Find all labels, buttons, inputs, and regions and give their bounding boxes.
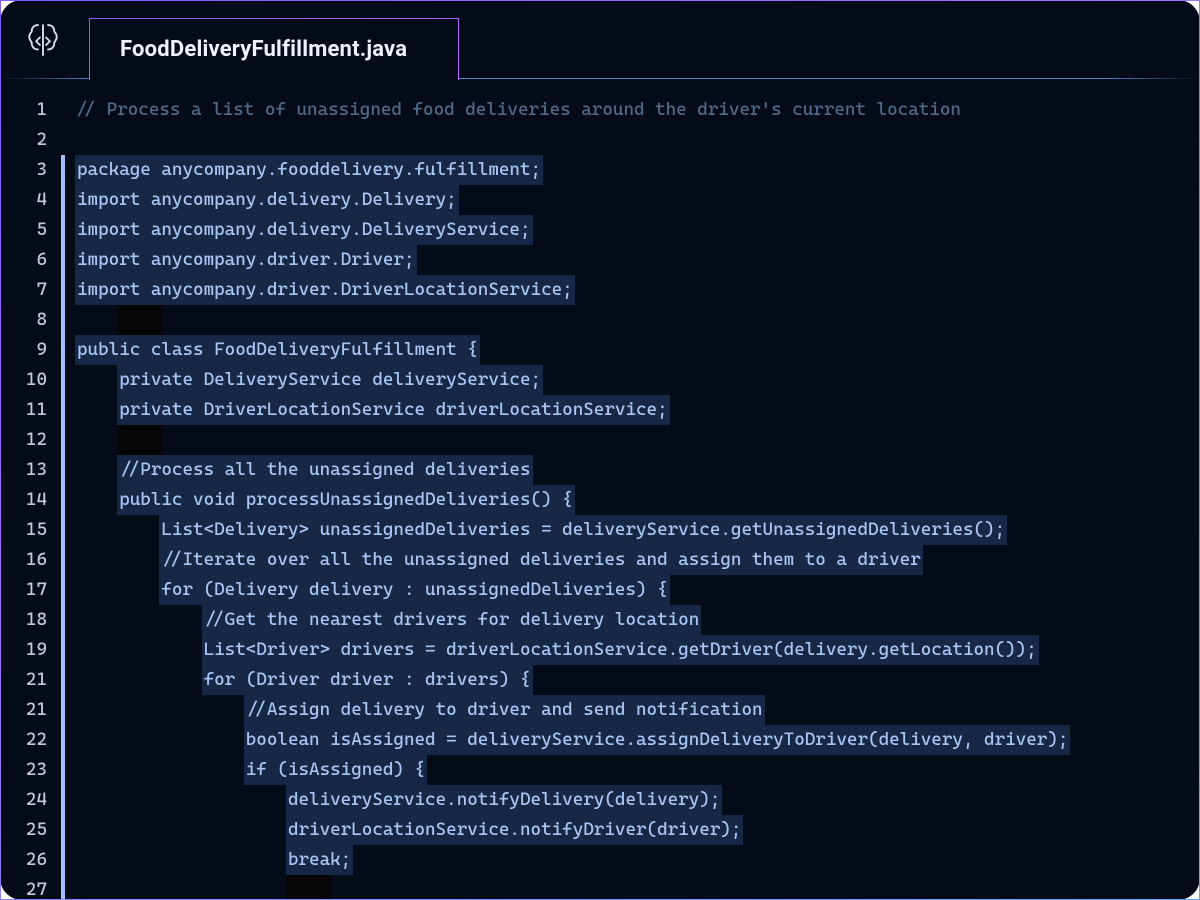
code-line: boolean isAssigned = deliveryService.ass… bbox=[75, 725, 1169, 755]
code-area[interactable]: // Process a list of unassigned food del… bbox=[61, 95, 1199, 900]
code-line: for (Delivery delivery : unassignedDeliv… bbox=[75, 575, 1169, 605]
line-number: 11 bbox=[1, 395, 47, 425]
code-line: deliveryService.notifyDelivery(delivery)… bbox=[75, 785, 1169, 815]
code-line: import anycompany.driver.DriverLocationS… bbox=[75, 275, 1169, 305]
code-line: public void processUnassignedDeliveries(… bbox=[75, 485, 1169, 515]
editor-window: FoodDeliveryFulfillment.java 12345678910… bbox=[0, 0, 1200, 900]
line-number: 8 bbox=[1, 305, 47, 335]
line-number: 17 bbox=[1, 575, 47, 605]
line-number: 3 bbox=[1, 155, 47, 185]
code-line: public class FoodDeliveryFulfillment { bbox=[75, 335, 1169, 365]
code-line: package anycompany.fooddelivery.fulfillm… bbox=[75, 155, 1169, 185]
line-number: 27 bbox=[1, 875, 47, 900]
tab-bar: FoodDeliveryFulfillment.java bbox=[1, 1, 1199, 79]
line-number: 25 bbox=[1, 815, 47, 845]
line-number: 21 bbox=[1, 665, 47, 695]
line-number: 7 bbox=[1, 275, 47, 305]
selection-bar bbox=[61, 155, 65, 900]
code-line bbox=[75, 875, 1169, 900]
line-number: 12 bbox=[1, 425, 47, 455]
line-number: 4 bbox=[1, 185, 47, 215]
line-number: 23 bbox=[1, 755, 47, 785]
line-number: 14 bbox=[1, 485, 47, 515]
code-line: if (isAssigned) { bbox=[75, 755, 1169, 785]
code-line: //Assign delivery to driver and send not… bbox=[75, 695, 1169, 725]
code-line bbox=[75, 305, 1169, 335]
line-number: 6 bbox=[1, 245, 47, 275]
line-number: 18 bbox=[1, 605, 47, 635]
code-line: List<Driver> drivers = driverLocationSer… bbox=[75, 635, 1169, 665]
code-line: //Iterate over all the unassigned delive… bbox=[75, 545, 1169, 575]
code-line: break; bbox=[75, 845, 1169, 875]
line-number: 9 bbox=[1, 335, 47, 365]
code-line: //Get the nearest drivers for delivery l… bbox=[75, 605, 1169, 635]
tab-label: FoodDeliveryFulfillment.java bbox=[120, 37, 407, 62]
line-number: 22 bbox=[1, 725, 47, 755]
code-line bbox=[75, 425, 1169, 455]
code-line: import anycompany.driver.Driver; bbox=[75, 245, 1169, 275]
tab-active[interactable]: FoodDeliveryFulfillment.java bbox=[89, 18, 459, 80]
line-number: 21 bbox=[1, 695, 47, 725]
line-number: 2 bbox=[1, 125, 47, 155]
line-number: 24 bbox=[1, 785, 47, 815]
code-brain-icon bbox=[21, 18, 65, 62]
code-line: import anycompany.delivery.Delivery; bbox=[75, 185, 1169, 215]
line-number: 10 bbox=[1, 365, 47, 395]
line-number: 16 bbox=[1, 545, 47, 575]
code-line: //Process all the unassigned deliveries bbox=[75, 455, 1169, 485]
code-line: List<Delivery> unassignedDeliveries = de… bbox=[75, 515, 1169, 545]
line-number: 13 bbox=[1, 455, 47, 485]
line-number: 5 bbox=[1, 215, 47, 245]
code-line: for (Driver driver : drivers) { bbox=[75, 665, 1169, 695]
code-line: // Process a list of unassigned food del… bbox=[75, 95, 1169, 125]
line-number: 1 bbox=[1, 95, 47, 125]
code-line: private DriverLocationService driverLoca… bbox=[75, 395, 1169, 425]
code-line: import anycompany.delivery.DeliveryServi… bbox=[75, 215, 1169, 245]
line-number: 26 bbox=[1, 845, 47, 875]
line-number: 19 bbox=[1, 635, 47, 665]
code-content: // Process a list of unassigned food del… bbox=[61, 95, 1169, 900]
code-line: driverLocationService.notifyDriver(drive… bbox=[75, 815, 1169, 845]
code-editor[interactable]: 1234567891011121314151617181921212223242… bbox=[1, 79, 1199, 900]
code-line bbox=[75, 125, 1169, 155]
code-line: private DeliveryService deliveryService; bbox=[75, 365, 1169, 395]
line-number: 15 bbox=[1, 515, 47, 545]
line-number-gutter: 1234567891011121314151617181921212223242… bbox=[1, 95, 61, 900]
